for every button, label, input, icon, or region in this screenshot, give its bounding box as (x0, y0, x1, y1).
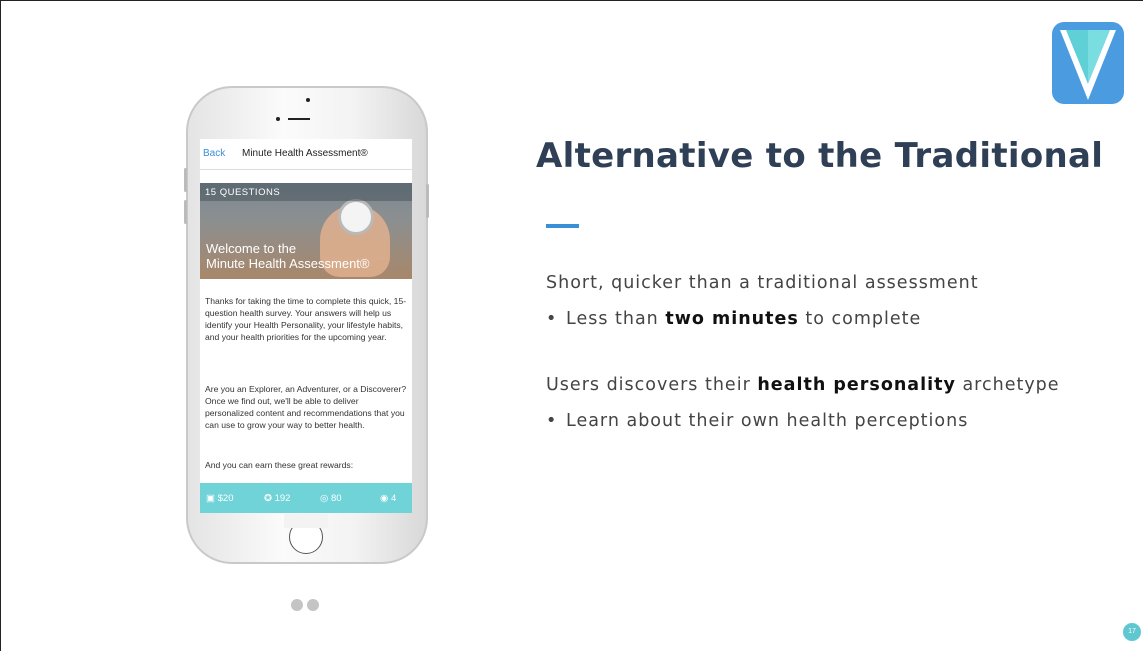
slide-title: Alternative to the Traditional (536, 136, 1104, 176)
back-button[interactable]: Back (203, 148, 225, 159)
page-number: 17 (1123, 623, 1141, 641)
stopwatch-image (338, 199, 374, 235)
phone-screen: Back Minute Health Assessment® 15 QUESTI… (200, 139, 412, 513)
point-personality: Users discovers their health personality… (546, 375, 1060, 395)
phone-mockup: Back Minute Health Assessment® 15 QUESTI… (184, 86, 429, 564)
power-button (426, 184, 429, 218)
reward-points: ✪ 192 (264, 493, 291, 504)
sensor (306, 98, 310, 102)
carousel-dots (291, 598, 323, 616)
bullet-dot: • (546, 309, 558, 329)
volume-button (184, 168, 187, 192)
point-short: Short, quicker than a traditional assess… (546, 273, 979, 293)
app-nav-bar: Back Minute Health Assessment® (200, 139, 412, 170)
intro-text: Thanks for taking the time to complete t… (205, 296, 407, 342)
rewards-bar: ▣ $20 ✪ 192 ◎ 80 ◉ 4 (200, 483, 412, 513)
title-underline (546, 224, 579, 228)
carousel-dot[interactable] (307, 599, 319, 611)
front-camera (276, 117, 280, 121)
nav-title: Minute Health Assessment® (242, 148, 368, 159)
reward-coins: ◎ 80 (320, 493, 342, 504)
volume-button (184, 200, 187, 224)
brand-logo (1052, 22, 1124, 104)
archetype-text: Are you an Explorer, an Adventurer, or a… (205, 384, 407, 430)
speaker-grille (288, 118, 310, 120)
carousel-dot[interactable] (291, 599, 303, 611)
hero-banner: 15 QUESTIONS Welcome to the Minute Healt… (200, 183, 412, 279)
welcome-heading: Welcome to the Minute Health Assessment® (206, 241, 370, 271)
reward-cash: ▣ $20 (206, 493, 234, 504)
question-count: 15 QUESTIONS (205, 187, 281, 198)
bullet-perceptions: • Learn about their own health perception… (546, 411, 969, 431)
rewards-intro: And you can earn these great rewards: (205, 460, 354, 470)
reward-badges: ◉ 4 (380, 493, 397, 504)
bullet-two-minutes: • Less than two minutes to complete (546, 309, 922, 329)
bullet-dot: • (546, 411, 558, 431)
